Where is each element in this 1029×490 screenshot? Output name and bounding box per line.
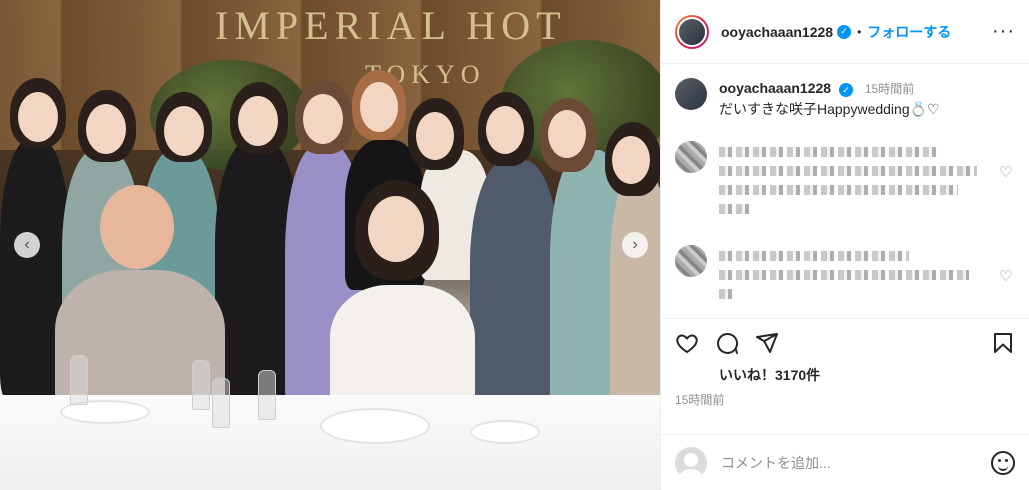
chevron-right-icon: ›	[632, 236, 638, 253]
comment-like-icon[interactable]: ♡	[999, 163, 1015, 223]
verified-badge-icon: ✓	[837, 24, 852, 39]
more-options-icon[interactable]: ···	[992, 20, 1015, 43]
post-time: 15時間前	[675, 393, 725, 407]
author-username[interactable]: ooyachaaan1228	[721, 24, 833, 40]
instagram-post: IMPERIAL HOT TOKYO ‹ › ooyachaaan1228 ✓ …	[0, 0, 1029, 490]
bookmark-icon[interactable]	[991, 331, 1015, 355]
chevron-left-icon: ‹	[24, 236, 30, 253]
caption-username[interactable]: ooyachaaan1228	[719, 80, 831, 96]
hotel-sign: IMPERIAL HOT	[215, 3, 567, 48]
comments-section: ooyachaaan1228 ✓ 15時間前 だいすきな咲子Happyweddi…	[661, 64, 1029, 319]
post-sidebar: ooyachaaan1228 ✓ • フォローする ··· ooyachaaan…	[660, 0, 1029, 490]
wine-glass	[70, 355, 88, 405]
commenter-avatar	[675, 245, 707, 277]
caption-time: 15時間前	[864, 82, 915, 96]
likes-count[interactable]: いいね！3170件	[661, 359, 1029, 385]
action-bar	[661, 319, 1029, 359]
next-photo-button[interactable]: ›	[622, 232, 648, 258]
commenter-avatar	[675, 141, 707, 173]
emoji-icon[interactable]	[991, 450, 1015, 475]
blurred-comment-text	[719, 141, 991, 223]
add-comment-bar	[661, 434, 1029, 490]
caption-text: だいすきな咲子Happywedding💍♡	[719, 101, 940, 117]
follow-button[interactable]: フォローする	[867, 22, 951, 42]
author-avatar[interactable]	[675, 14, 709, 49]
wine-glass	[192, 360, 210, 410]
share-icon[interactable]	[755, 331, 779, 355]
wine-glass	[212, 378, 230, 428]
separator: •	[857, 24, 862, 39]
blurred-comment-text	[719, 245, 991, 308]
prev-photo-button[interactable]: ‹	[14, 232, 40, 258]
current-user-avatar	[675, 446, 707, 479]
heart-icon[interactable]	[675, 331, 699, 355]
wine-glass	[258, 370, 276, 420]
comment-item: ♡	[675, 141, 1015, 223]
comment-like-icon[interactable]: ♡	[999, 267, 1015, 308]
post-photo[interactable]: IMPERIAL HOT TOKYO ‹ ›	[0, 0, 660, 490]
caption: ooyachaaan1228 ✓ 15時間前 だいすきな咲子Happyweddi…	[675, 78, 1015, 119]
plate	[320, 408, 430, 444]
comment-input[interactable]	[721, 454, 991, 471]
caption-avatar[interactable]	[675, 78, 707, 110]
comment-item: ♡	[675, 245, 1015, 308]
post-header: ooyachaaan1228 ✓ • フォローする ···	[661, 0, 1029, 64]
plate	[470, 420, 540, 444]
comment-icon[interactable]	[715, 331, 739, 355]
verified-badge-icon: ✓	[838, 83, 853, 97]
